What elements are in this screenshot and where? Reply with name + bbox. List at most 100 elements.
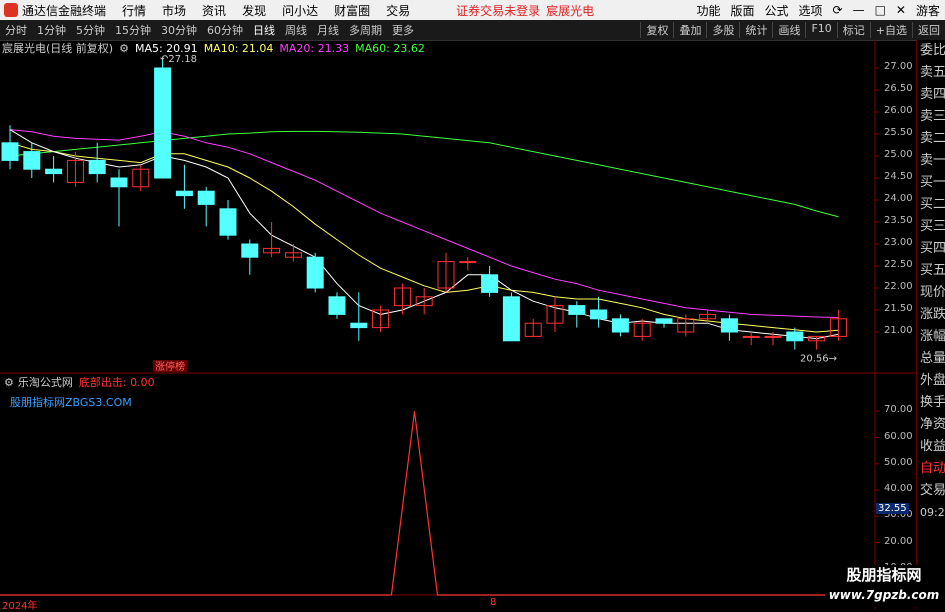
watermark-url: www.7gpzb.com bbox=[828, 588, 940, 602]
candle-body bbox=[197, 190, 215, 205]
period-toolbar: 分时 1分钟 5分钟 15分钟 30分钟 60分钟 日线 周线 月线 多周期 更… bbox=[0, 20, 945, 41]
candle-body bbox=[175, 190, 193, 197]
order-label: 收益 bbox=[920, 439, 945, 454]
tab-1min[interactable]: 1分钟 bbox=[37, 22, 66, 38]
draw-line-button[interactable]: 画线 bbox=[772, 22, 805, 38]
tab-5min[interactable]: 5分钟 bbox=[76, 22, 105, 38]
order-label: 换手 bbox=[920, 395, 945, 410]
watermark-name: 股朋指标网 bbox=[846, 566, 922, 584]
order-label: 卖五 bbox=[920, 65, 945, 80]
indicator-info-bar: ⚙ 乐淘公式网 底部出击: 0.00 bbox=[0, 374, 155, 390]
stock-name-title: 宸展光电 bbox=[546, 3, 595, 18]
indicator-tick-label: 20.00 bbox=[884, 535, 913, 547]
price-tick-label: 21.00 bbox=[884, 325, 913, 336]
candle-body bbox=[502, 296, 520, 342]
app-logo-icon bbox=[4, 3, 18, 17]
minimize-icon[interactable]: — bbox=[853, 3, 865, 17]
order-label: 买五 bbox=[920, 263, 945, 278]
menu-item-market[interactable]: 市场 bbox=[162, 2, 186, 19]
candle-body bbox=[786, 331, 804, 342]
candle-body bbox=[1, 142, 19, 161]
order-label: 卖四 bbox=[920, 87, 945, 102]
candle-body bbox=[611, 318, 629, 333]
kline-chart[interactable]: ↶27.18 20.56→ 涨停榜 bbox=[0, 40, 916, 609]
menu-item-wealth[interactable]: 财富圈 bbox=[334, 2, 370, 19]
menu-item-discover[interactable]: 发现 bbox=[242, 2, 266, 19]
x-axis-year: 2024年 bbox=[2, 601, 38, 612]
candle-body bbox=[45, 168, 63, 175]
price-tick-label: 21.50 bbox=[884, 303, 913, 314]
order-label: 涨跌 bbox=[920, 307, 945, 322]
price-tick-label: 22.00 bbox=[884, 281, 913, 292]
candle-body bbox=[720, 318, 738, 333]
mark-button[interactable]: 标记 bbox=[836, 22, 870, 38]
settings-icon-lower[interactable]: ⚙ bbox=[4, 376, 14, 389]
menu-item-options[interactable]: 选项 bbox=[799, 2, 823, 19]
price-tick-label: 27.00 bbox=[884, 61, 913, 72]
close-icon[interactable]: ✕ bbox=[896, 3, 906, 17]
tab-intraday[interactable]: 分时 bbox=[5, 22, 27, 38]
refresh-icon[interactable]: ⟳ bbox=[833, 3, 843, 17]
price-tick-label: 26.00 bbox=[884, 105, 913, 116]
login-warning[interactable]: 证券交易未登录 bbox=[456, 2, 540, 19]
price-tick-label: 25.00 bbox=[884, 149, 913, 160]
order-label: 委比 bbox=[920, 43, 945, 58]
tab-60min[interactable]: 60分钟 bbox=[207, 22, 243, 38]
candle-body bbox=[88, 159, 106, 175]
order-label: 现价 bbox=[920, 285, 945, 300]
add-watchlist-button[interactable]: +自选 bbox=[869, 22, 912, 38]
order-label: 外盘 bbox=[920, 373, 945, 388]
order-label: 总量 bbox=[920, 351, 945, 366]
trade-label[interactable]: 交易 bbox=[917, 480, 945, 502]
high-annotation: ↶27.18 bbox=[160, 54, 197, 65]
tab-30min[interactable]: 30分钟 bbox=[161, 22, 197, 38]
auto-trade-label[interactable]: 自动 bbox=[917, 458, 945, 480]
price-tick-label: 25.50 bbox=[884, 127, 913, 138]
menu-item-function[interactable]: 功能 bbox=[696, 2, 720, 19]
price-tick-label: 26.50 bbox=[884, 83, 913, 94]
menu-item-trade[interactable]: 交易 bbox=[386, 2, 410, 19]
tab-multi-period[interactable]: 多周期 bbox=[349, 22, 382, 38]
candle-body bbox=[568, 305, 586, 315]
statistics-button[interactable]: 统计 bbox=[739, 22, 772, 38]
tab-weekly[interactable]: 周线 bbox=[285, 22, 307, 38]
back-button[interactable]: 返回 bbox=[912, 22, 945, 38]
overlay-button[interactable]: 叠加 bbox=[673, 22, 706, 38]
menu-item-ask[interactable]: 问小达 bbox=[282, 2, 318, 19]
price-tick-label: 24.00 bbox=[884, 193, 913, 204]
order-label: 买三 bbox=[920, 219, 945, 234]
price-tick-label: 24.50 bbox=[884, 171, 913, 182]
maximize-icon[interactable]: □ bbox=[875, 3, 886, 17]
zt-label: 涨停榜 bbox=[155, 360, 185, 373]
menu-item-quotes[interactable]: 行情 bbox=[122, 2, 146, 19]
candle-body bbox=[764, 335, 782, 338]
tab-15min[interactable]: 15分钟 bbox=[115, 22, 151, 38]
watermark: 股朋指标网 www.7gpzb.com bbox=[825, 565, 943, 607]
menu-item-layout[interactable]: 版面 bbox=[730, 2, 754, 19]
order-label: 买四 bbox=[920, 241, 945, 256]
rights-adjust-button[interactable]: 复权 bbox=[640, 22, 673, 38]
indicator-tick-label: 50.00 bbox=[884, 456, 913, 468]
indicator-link[interactable]: 股朋指标网ZBGS3.COM bbox=[10, 394, 132, 410]
time-label: 09:25 bbox=[920, 506, 945, 519]
f10-button[interactable]: F10 bbox=[805, 22, 836, 38]
candle-body bbox=[459, 261, 477, 264]
candle-body bbox=[23, 151, 41, 170]
tab-monthly[interactable]: 月线 bbox=[317, 22, 339, 38]
tab-more[interactable]: 更多 bbox=[392, 22, 414, 38]
order-label: 卖三 bbox=[920, 109, 945, 124]
app-name: 通达信金融终端 bbox=[22, 3, 107, 18]
multi-stock-button[interactable]: 多股 bbox=[706, 22, 739, 38]
menu-item-formula[interactable]: 公式 bbox=[764, 2, 788, 19]
signal-label: 底部出击: 0.00 bbox=[78, 376, 155, 389]
candle-body bbox=[590, 309, 608, 320]
candle-body bbox=[241, 243, 259, 258]
price-tick-label: 23.00 bbox=[884, 237, 913, 248]
candle-body bbox=[350, 322, 368, 329]
user-label[interactable]: 游客 bbox=[916, 2, 940, 19]
candle-body bbox=[328, 296, 346, 315]
price-tick-label: 23.50 bbox=[884, 215, 913, 226]
menu-item-news[interactable]: 资讯 bbox=[202, 2, 226, 19]
tab-daily[interactable]: 日线 bbox=[253, 22, 275, 38]
title-bar: 通达信金融终端 行情 市场 资讯 发现 问小达 财富圈 交易 证券交易未登录 宸… bbox=[0, 0, 945, 20]
